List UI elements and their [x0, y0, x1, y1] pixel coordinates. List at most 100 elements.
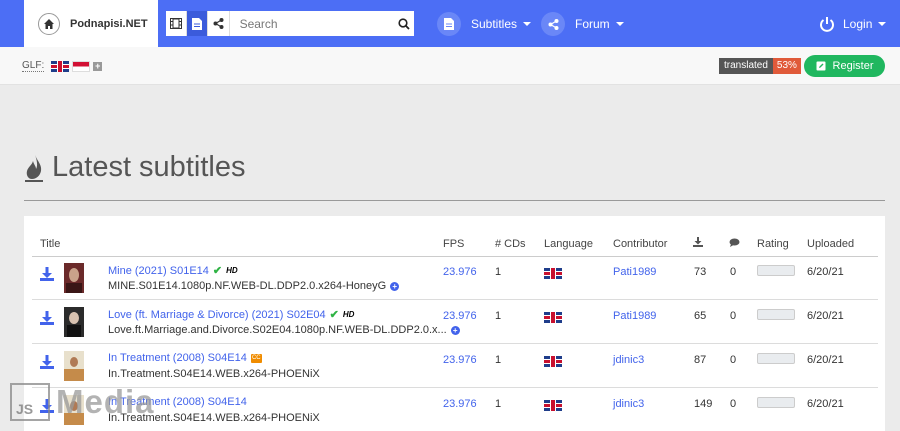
downloads-count: 87	[694, 354, 707, 366]
col-fps[interactable]: FPS	[443, 238, 464, 250]
comments-count: 0	[730, 354, 737, 366]
uploaded-date: 6/20/21	[807, 310, 844, 322]
table-row: In Treatment (2008) S04E14 In.Treatment.…	[32, 389, 878, 431]
document-icon[interactable]	[187, 11, 209, 36]
top-navbar: Podnapisi.NET Subtitles Forum	[0, 0, 900, 47]
flag-gb-icon	[544, 400, 562, 411]
plus-icon[interactable]: +	[390, 281, 400, 291]
flag-gb-icon	[544, 356, 562, 367]
forum-menu[interactable]: Forum	[541, 11, 624, 37]
comments-count: 0	[730, 310, 737, 322]
contributor-link[interactable]: jdinic3	[613, 354, 644, 366]
search-input[interactable]	[229, 11, 395, 36]
flame-icon	[24, 153, 44, 183]
plus-icon[interactable]: +	[450, 325, 460, 335]
check-icon: ✔	[329, 309, 339, 321]
table-row: In Treatment (2008) S04E14 CC In.Treatme…	[32, 345, 878, 388]
subtitle-title: Mine (2021) S01E14	[108, 264, 209, 277]
release-name: MINE.S01E14.1080p.NF.WEB-DL.DDP2.0.x264-…	[108, 280, 400, 292]
fps-value[interactable]: 23.976	[443, 398, 477, 410]
uploaded-date: 6/20/21	[807, 354, 844, 366]
table-row: Love (ft. Marriage & Divorce) (2021) S02…	[32, 301, 878, 344]
subtitles-menu[interactable]: Subtitles	[437, 11, 532, 37]
rating-bar	[757, 309, 795, 320]
register-button[interactable]: Register	[804, 55, 885, 77]
fps-value[interactable]: 23.976	[443, 310, 477, 322]
download-icon[interactable]	[40, 355, 54, 374]
contributor-link[interactable]: jdinic3	[613, 398, 644, 410]
fps-value[interactable]: 23.976	[443, 266, 477, 278]
home-icon	[38, 12, 60, 35]
col-contributor[interactable]: Contributor	[613, 238, 667, 250]
rating-bar	[757, 265, 795, 276]
search-bar	[166, 11, 414, 36]
power-icon	[819, 16, 835, 32]
downloads-icon[interactable]	[693, 237, 703, 250]
contributor-link[interactable]: Pati1989	[613, 266, 656, 278]
language-filter: GLF: +	[22, 60, 103, 72]
comment-icon[interactable]	[729, 238, 740, 250]
release-name: In.Treatment.S04E14.WEB.x264-PHOENiX	[108, 368, 320, 380]
subtitle-title-link[interactable]: In Treatment (2008) S04E14 CC	[108, 352, 262, 364]
heading-divider	[24, 200, 885, 201]
chevron-down-icon	[615, 22, 624, 26]
share-icon	[541, 12, 565, 36]
release-text: In.Treatment.S04E14.WEB.x264-PHOENiX	[108, 368, 320, 380]
hd-badge: HD	[226, 266, 238, 275]
subtitle-title: In Treatment (2008) S04E14	[108, 352, 247, 364]
page-title: Latest subtitles	[52, 151, 246, 183]
chevron-down-icon	[523, 22, 532, 26]
edit-icon	[816, 61, 826, 71]
col-language[interactable]: Language	[544, 238, 593, 250]
flag-gb-icon[interactable]	[51, 60, 70, 72]
share-icon[interactable]	[208, 11, 230, 36]
fps-value[interactable]: 23.976	[443, 354, 477, 366]
subtitle-title: Love (ft. Marriage & Divorce) (2021) S02…	[108, 308, 326, 321]
document-icon	[437, 12, 461, 36]
flag-id-icon[interactable]	[72, 60, 91, 72]
cds-value: 1	[495, 310, 502, 322]
col-cds[interactable]: # CDs	[495, 238, 526, 250]
poster-thumbnail[interactable]	[64, 307, 84, 337]
login-label: Login	[843, 17, 873, 31]
subtitle-title-link[interactable]: Mine (2021) S01E14 ✔ HD	[108, 264, 238, 278]
translated-badge[interactable]: translated 53%	[719, 58, 801, 74]
translated-label: translated	[719, 58, 773, 74]
col-uploaded[interactable]: Uploaded	[807, 238, 854, 250]
uploaded-date: 6/20/21	[807, 266, 844, 278]
flag-gb-icon	[544, 268, 562, 279]
release-text: MINE.S01E14.1080p.NF.WEB-DL.DDP2.0.x264-…	[108, 280, 387, 292]
register-label: Register	[832, 60, 874, 72]
watermark: JS Media	[10, 383, 155, 421]
subtitle-title-link[interactable]: Love (ft. Marriage & Divorce) (2021) S02…	[108, 308, 355, 322]
film-icon[interactable]	[166, 11, 188, 36]
col-title[interactable]: Title	[40, 238, 60, 250]
rating-bar	[757, 353, 795, 364]
translated-percent: 53%	[772, 58, 801, 74]
hd-badge: HD	[342, 310, 355, 319]
poster-thumbnail[interactable]	[64, 351, 84, 381]
table-row: Mine (2021) S01E14 ✔ HD MINE.S01E14.1080…	[32, 257, 878, 300]
search-icon[interactable]	[395, 11, 414, 36]
downloads-count: 149	[694, 398, 713, 410]
add-language-icon[interactable]: +	[93, 61, 103, 71]
brand-name: Podnapisi.NET	[70, 17, 148, 30]
comments-count: 0	[730, 266, 737, 278]
watermark-logo: JS	[10, 383, 50, 421]
download-icon[interactable]	[40, 311, 54, 330]
cds-value: 1	[495, 398, 502, 410]
release-text: Love.ft.Marriage.and.Divorce.S02E04.1080…	[108, 324, 447, 336]
comments-count: 0	[730, 398, 737, 410]
col-rating[interactable]: Rating	[757, 238, 789, 250]
contributor-link[interactable]: Pati1989	[613, 310, 656, 322]
forum-label: Forum	[575, 17, 610, 31]
rating-bar	[757, 397, 795, 408]
watermark-text: Media	[56, 383, 155, 420]
flag-gb-icon	[544, 312, 562, 323]
cds-value: 1	[495, 266, 502, 278]
login-menu[interactable]: Login	[819, 11, 887, 37]
downloads-count: 65	[694, 310, 707, 322]
brand-link[interactable]: Podnapisi.NET	[24, 0, 158, 47]
download-icon[interactable]	[40, 267, 54, 286]
poster-thumbnail[interactable]	[64, 263, 84, 293]
